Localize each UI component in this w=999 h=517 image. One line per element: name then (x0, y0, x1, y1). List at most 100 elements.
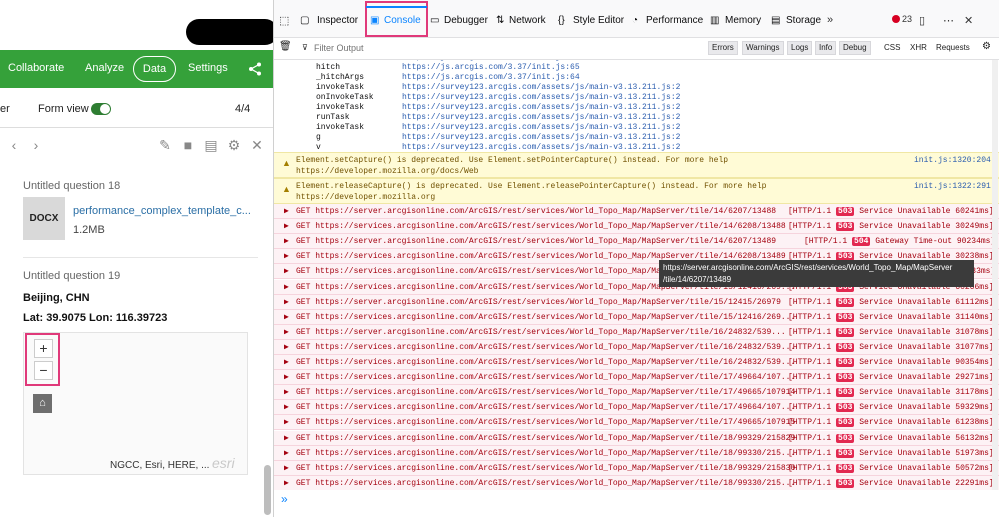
network-error-row[interactable]: ▶ GET https://services.arcgisonline.com/A… (274, 219, 999, 235)
filter-xhr[interactable]: XHR (910, 43, 927, 52)
stack-url[interactable]: https://survey123.arcgis.com/assets/js/m… (402, 113, 680, 122)
expand-arrow-icon[interactable]: ▶ (284, 402, 289, 412)
filter-info[interactable]: Info (815, 41, 837, 55)
dock-icon[interactable]: ▯ (919, 14, 925, 27)
tab-memory[interactable]: Memory (725, 15, 761, 26)
expand-arrow-icon[interactable]: ▶ (284, 221, 289, 231)
nav-data[interactable]: Data (133, 56, 176, 82)
error-count-badge[interactable]: 23 (892, 14, 912, 24)
filter-errors[interactable]: Errors (708, 41, 738, 55)
warning-source[interactable]: init.js:1320:204 (914, 156, 991, 165)
stack-url[interactable]: https://js.arcgis.com/3.37/init.js:64 (402, 73, 580, 82)
more-options-icon[interactable]: ⋯ (943, 14, 954, 27)
stack-url[interactable]: https://survey123.arcgis.com/assets/js/m… (402, 103, 680, 112)
request-url[interactable]: GET https://services.arcgisonline.com/Ar… (296, 358, 795, 367)
zoom-out-button[interactable]: − (34, 361, 53, 380)
network-error-row[interactable]: ▶ GET https://services.arcgisonline.com/A… (274, 475, 999, 490)
expand-arrow-icon[interactable]: ▶ (284, 312, 289, 322)
request-url[interactable]: GET https://services.arcgisonline.com/Ar… (296, 373, 795, 382)
expand-arrow-icon[interactable]: ▶ (284, 478, 289, 488)
filter-requests[interactable]: Requests (936, 43, 970, 52)
network-error-row[interactable]: ▶ GET https://services.arcgisonline.com/A… (274, 460, 999, 476)
expand-arrow-icon[interactable]: ▶ (284, 433, 289, 443)
tab-performance[interactable]: Performance (646, 15, 703, 26)
filter-warnings[interactable]: Warnings (742, 41, 784, 55)
request-url[interactable]: GET https://services.arcgisonline.com/Ar… (296, 388, 795, 397)
expand-arrow-icon[interactable]: ▶ (284, 387, 289, 397)
network-error-row[interactable]: ▶ GET https://server.arcgisonline.com/Arc… (274, 204, 999, 219)
network-error-row[interactable]: ▶ GET https://services.arcgisonline.com/A… (274, 355, 999, 370)
expand-arrow-icon[interactable]: ▶ (284, 206, 289, 216)
expand-arrow-icon[interactable]: ▶ (284, 282, 289, 292)
filter-debug[interactable]: Debug (839, 41, 871, 55)
network-error-row[interactable]: ▶ GET https://services.arcgisonline.com/A… (274, 309, 999, 325)
request-url[interactable]: GET https://services.arcgisonline.com/Ar… (296, 313, 795, 322)
stack-url[interactable]: https://survey123.arcgis.com/assets/js/m… (402, 83, 680, 92)
console-scrollbar[interactable] (992, 60, 998, 490)
panel-scrollbar[interactable] (264, 465, 271, 515)
gear-icon[interactable]: ⚙ (226, 137, 242, 153)
network-error-row[interactable]: ▶ GET https://services.arcgisonline.com/A… (274, 400, 999, 416)
stack-url[interactable]: https://js.arcgis.com/3.37/init.js:65 (402, 63, 580, 72)
nav-analyze[interactable]: Analyze (85, 62, 124, 74)
request-url[interactable]: GET https://services.arcgisonline.com/Ar… (296, 434, 795, 443)
warning-source[interactable]: init.js:1322:291 (914, 182, 991, 191)
request-url[interactable]: GET https://services.arcgisonline.com/Ar… (296, 464, 795, 473)
expand-arrow-icon[interactable]: ▶ (284, 327, 289, 337)
tab-console[interactable]: Console (384, 15, 421, 26)
request-url[interactable]: GET https://server.arcgisonline.com/ArcG… (296, 298, 781, 307)
filter-logs[interactable]: Logs (787, 41, 813, 55)
filter-output-input[interactable]: Filter Output (314, 43, 364, 53)
expand-arrow-icon[interactable]: ▶ (284, 251, 289, 261)
expand-arrow-icon[interactable]: ▶ (284, 342, 289, 352)
expand-arrow-icon[interactable]: ▶ (284, 372, 289, 382)
network-error-row[interactable]: ▶ GET https://server.arcgisonline.com/Arc… (274, 324, 999, 340)
close-devtools-icon[interactable]: ✕ (964, 14, 973, 27)
zoom-in-button[interactable]: + (34, 339, 53, 358)
network-error-row[interactable]: ▶ GET https://server.arcgisonline.com/Arc… (274, 234, 999, 250)
network-error-row[interactable]: ▶ GET https://services.arcgisonline.com/A… (274, 385, 999, 401)
print-icon[interactable]: ▤ (203, 137, 219, 153)
nav-settings[interactable]: Settings (188, 62, 228, 74)
expand-arrow-icon[interactable]: ▶ (284, 463, 289, 473)
request-url[interactable]: GET https://services.arcgisonline.com/Ar… (296, 418, 795, 427)
home-icon[interactable]: ⌂ (33, 394, 52, 413)
form-view-toggle[interactable] (91, 103, 111, 115)
request-url[interactable]: GET https://server.arcgisonline.com/ArcG… (296, 328, 786, 337)
nav-collaborate[interactable]: Collaborate (8, 62, 64, 74)
request-url[interactable]: GET https://services.arcgisonline.com/Ar… (296, 479, 795, 488)
clear-console-icon[interactable]: 🗑 (279, 41, 292, 52)
tab-storage[interactable]: Storage (786, 15, 821, 26)
pick-element-icon[interactable]: ⬚ (279, 14, 289, 27)
network-error-row[interactable]: ▶ GET https://services.arcgisonline.com/A… (274, 415, 999, 431)
more-tabs-icon[interactable]: » (827, 14, 833, 26)
expand-arrow-icon[interactable]: ▶ (284, 297, 289, 307)
edit-icon[interactable]: ✎ (157, 137, 173, 153)
share-icon[interactable] (248, 62, 262, 76)
expand-arrow-icon[interactable]: ▶ (284, 236, 289, 246)
filter-css[interactable]: CSS (884, 43, 900, 52)
request-url[interactable]: GET https://services.arcgisonline.com/Ar… (296, 449, 795, 458)
request-url[interactable]: GET https://services.arcgisonline.com/Ar… (296, 403, 795, 412)
console-prompt[interactable]: » (281, 492, 288, 506)
stack-url[interactable]: https://survey123.arcgis.com/assets/js/m… (402, 93, 680, 102)
attachment-link[interactable]: performance_complex_template_c... (73, 205, 253, 217)
stack-url[interactable]: https://survey123.arcgis.com/assets/js/m… (402, 123, 680, 132)
expand-arrow-icon[interactable]: ▶ (284, 417, 289, 427)
expand-arrow-icon[interactable]: ▶ (284, 448, 289, 458)
expand-arrow-icon[interactable]: ▶ (284, 357, 289, 367)
settings-gear-icon[interactable]: ⚙ (982, 41, 991, 52)
request-url[interactable]: GET https://services.arcgisonline.com/Ar… (296, 343, 795, 352)
tab-network[interactable]: Network (509, 15, 546, 26)
stack-url[interactable]: https://js.arcgis.com/3.37/init.js:1694 (402, 60, 589, 62)
network-error-row[interactable]: ▶ GET https://services.arcgisonline.com/A… (274, 339, 999, 355)
close-icon[interactable]: ✕ (249, 137, 265, 153)
chevron-right-icon[interactable]: › (28, 137, 44, 153)
trash-icon[interactable]: ■ (180, 137, 196, 153)
network-error-row[interactable]: ▶ GET https://services.arcgisonline.com/A… (274, 445, 999, 461)
tab-style-editor[interactable]: Style Editor (573, 15, 624, 26)
network-error-row[interactable]: ▶ GET https://server.arcgisonline.com/Arc… (274, 294, 999, 310)
network-error-row[interactable]: ▶ GET https://services.arcgisonline.com/A… (274, 370, 999, 386)
request-url[interactable]: GET https://services.arcgisonline.com/Ar… (296, 222, 786, 231)
stack-url[interactable]: https://survey123.arcgis.com/assets/js/m… (402, 133, 680, 142)
